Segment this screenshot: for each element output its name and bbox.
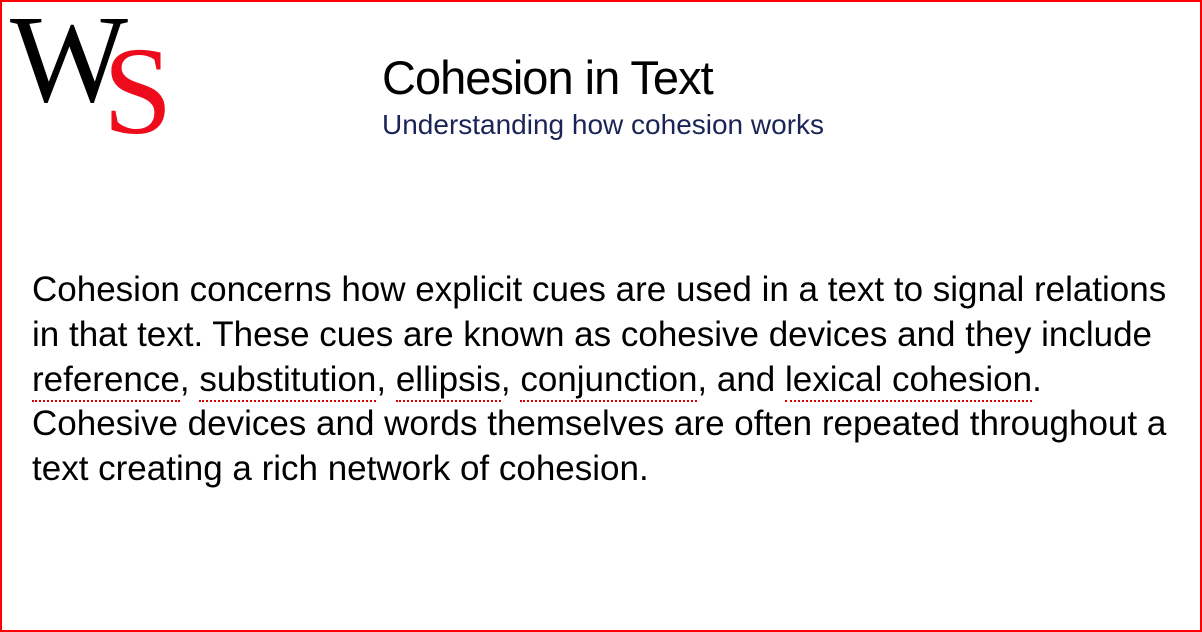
- term-reference: reference: [32, 360, 180, 402]
- header: W S Cohesion in Text Understanding how c…: [2, 2, 1200, 157]
- term-substitution: substitution: [199, 360, 376, 402]
- document-frame: W S Cohesion in Text Understanding how c…: [0, 0, 1202, 632]
- sep2: ,: [376, 360, 395, 399]
- term-conjunction: conjunction: [520, 360, 697, 402]
- page-subtitle: Understanding how cohesion works: [382, 109, 824, 141]
- logo-letter-s: S: [103, 21, 173, 164]
- title-block: Cohesion in Text Understanding how cohes…: [382, 50, 824, 141]
- sep1: ,: [180, 360, 199, 399]
- page-title: Cohesion in Text: [382, 50, 824, 105]
- sep4: , and: [697, 360, 785, 399]
- sep3: ,: [501, 360, 520, 399]
- term-lexical-cohesion: lexical cohesion: [785, 360, 1032, 402]
- body-text-part1: Cohesion concerns how explicit cues are …: [32, 270, 1166, 354]
- term-ellipsis: ellipsis: [396, 360, 501, 402]
- body-paragraph: Cohesion concerns how explicit cues are …: [32, 268, 1170, 492]
- logo-ws: W S: [7, 7, 187, 157]
